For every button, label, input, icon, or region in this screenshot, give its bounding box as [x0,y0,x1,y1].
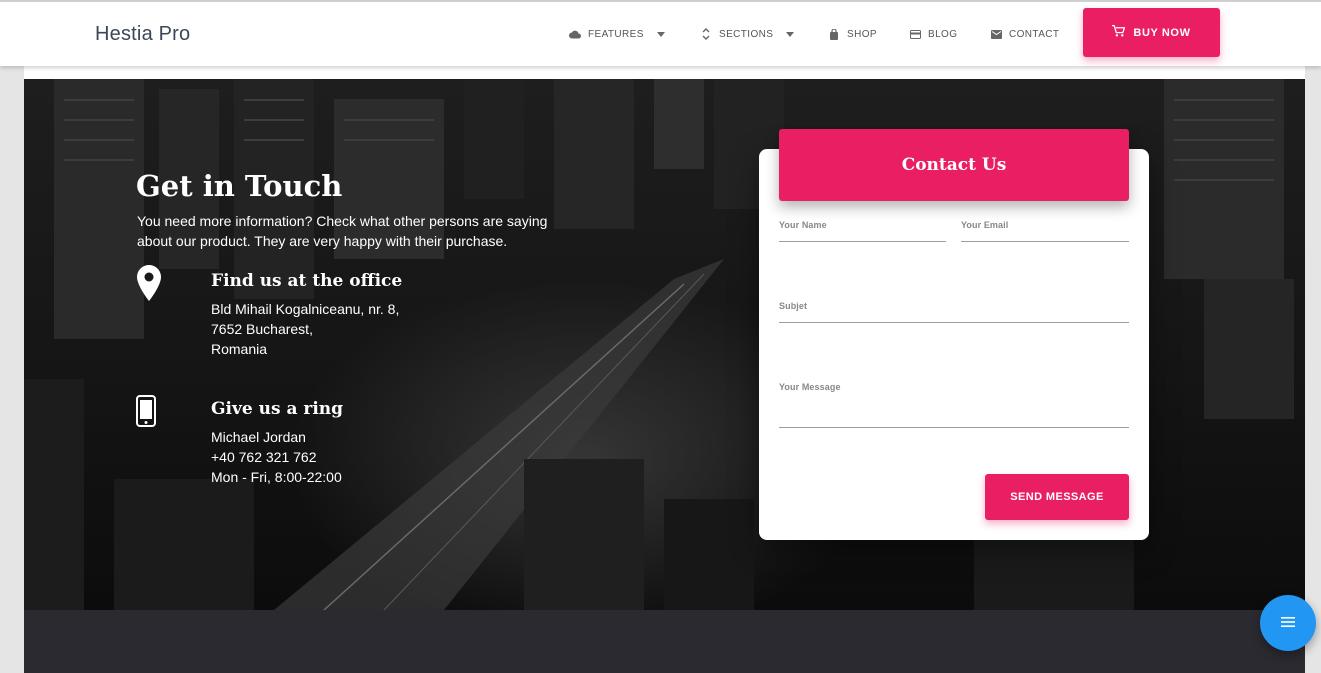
nav-item-blog[interactable]: BLOG [909,28,957,40]
smartphone-icon [136,395,156,432]
menu-icon [1281,614,1295,632]
floating-menu-button[interactable] [1260,595,1316,651]
top-navbar: Hestia Pro FEATURES SECTIONS SHOP BLOG C… [0,0,1321,66]
footer-strip [24,610,1305,673]
nav-item-contact[interactable]: CONTACT [990,28,1059,40]
office-address-line: Romania [211,341,268,357]
nav-item-label: SECTIONS [719,28,774,40]
office-address-line: 7652 Bucharest, [211,321,313,337]
unfold-icon [700,28,712,40]
name-field-underline [779,241,946,242]
email-field-underline [961,241,1129,242]
email-field[interactable]: Your Email [961,220,1129,242]
message-field-underline [779,427,1129,428]
send-message-button[interactable]: SEND MESSAGE [985,474,1129,520]
cloud-icon [569,28,581,40]
nav-item-label: FEATURES [588,28,644,40]
buy-now-button[interactable]: BUY NOW [1083,8,1220,57]
phone-title: Give us a ring [211,399,344,419]
nav-item-features[interactable]: FEATURES [569,28,665,40]
section-description: You need more information? Check what ot… [137,213,548,249]
nav-item-sections[interactable]: SECTIONS [700,28,795,40]
section-title: Get in Touch [136,169,343,203]
message-textarea[interactable]: Your Message [779,382,1129,428]
shopping-bag-icon [828,28,840,40]
office-title: Find us at the office [211,271,403,291]
caret-down-icon [656,31,665,37]
subject-field-label: Subjet [779,301,808,311]
buy-now-label: BUY NOW [1133,26,1191,39]
subject-field-underline [779,322,1129,323]
nav-item-label: SHOP [847,28,877,40]
credit-card-icon [909,28,921,40]
location-pin-icon [137,265,161,306]
email-field-label: Your Email [961,220,1009,230]
phone-hours: Mon - Fri, 8:00-22:00 [211,469,342,485]
caret-down-icon [786,31,795,37]
subject-field[interactable]: Subjet [779,301,1129,323]
name-field-label: Your Name [779,220,827,230]
contact-form-header: Contact Us [779,129,1129,201]
cart-icon [1112,24,1126,40]
brand-logo[interactable]: Hestia Pro [95,23,190,46]
nav-item-label: BLOG [928,28,958,40]
nav-item-shop[interactable]: SHOP [828,28,877,40]
phone-contact-name: Michael Jordan [211,429,306,445]
phone-number[interactable]: +40 762 321 762 [211,447,317,467]
message-field-label: Your Message [779,382,841,392]
office-address-line: Bld Mihail Kogalniceanu, nr. 8, [211,301,400,317]
mail-icon [990,28,1002,40]
name-field[interactable]: Your Name [779,220,946,242]
nav-item-label: CONTACT [1009,28,1060,40]
